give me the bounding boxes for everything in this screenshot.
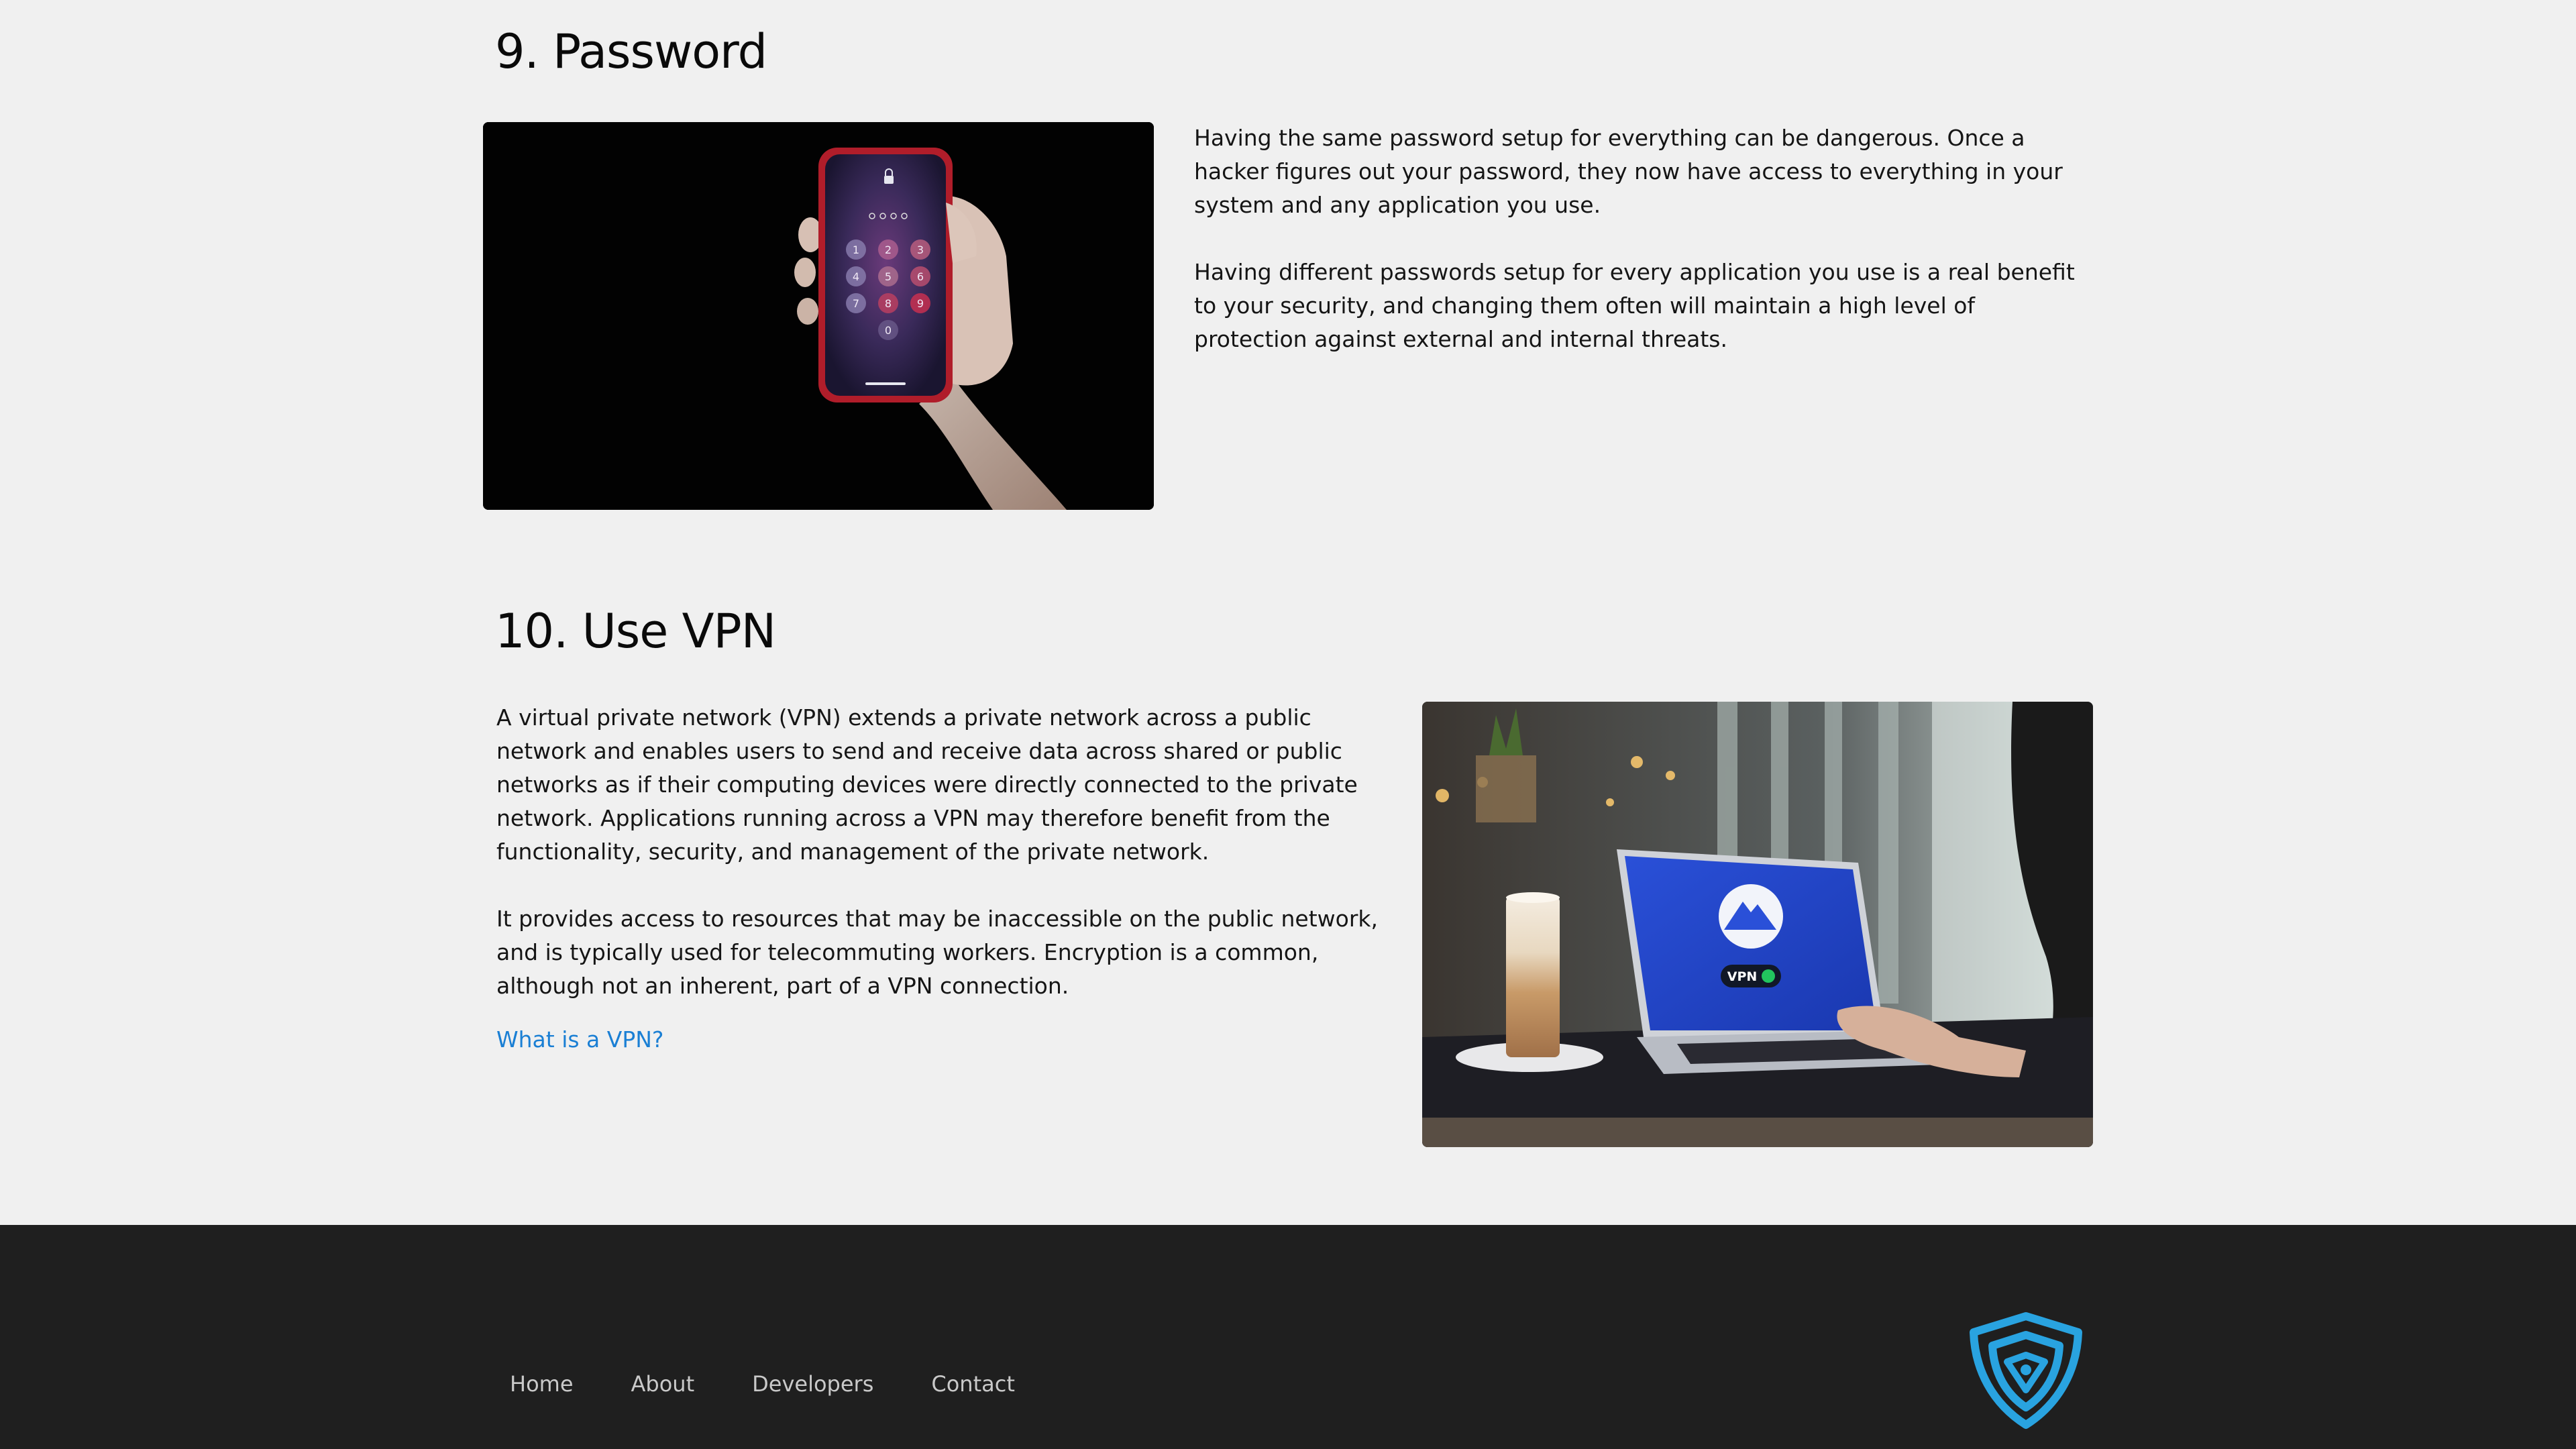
- vpn-paragraph-1: A virtual private network (VPN) extends …: [496, 704, 1358, 865]
- keypad-key-7: 7: [853, 297, 859, 310]
- footer-nav: Home About Developers Contact: [510, 1371, 1073, 1397]
- keypad-key-6: 6: [917, 270, 924, 283]
- phone-lock-screen-illustration: 1 2 3 4 5 6 7 8 9 0: [483, 122, 1154, 510]
- keypad-key-8: 8: [885, 297, 892, 310]
- keypad-key-9: 9: [917, 297, 924, 310]
- vpn-badge-label: VPN: [1727, 969, 1758, 984]
- keypad-key-5: 5: [885, 270, 892, 283]
- vpn-paragraph-2: It provides access to resources that may…: [496, 906, 1379, 999]
- site-footer: Home About Developers Contact: [0, 1225, 2576, 1449]
- keypad-key-4: 4: [853, 270, 859, 283]
- vpn-laptop-image: VPN: [1422, 702, 2093, 1147]
- footer-link-about[interactable]: About: [631, 1371, 695, 1397]
- vpn-text: A virtual private network (VPN) extends …: [496, 701, 1389, 1036]
- footer-link-developers[interactable]: Developers: [752, 1371, 873, 1397]
- keypad-key-1: 1: [853, 244, 859, 256]
- password-section-title: 9. Password: [495, 24, 767, 79]
- password-text: Having the same password setup for every…: [1194, 121, 2093, 390]
- password-paragraph-1: Having the same password setup for every…: [1194, 125, 2063, 218]
- laptop-vpn-illustration: VPN: [1422, 702, 2093, 1147]
- keypad-key-0: 0: [885, 324, 892, 337]
- password-phone-image: 1 2 3 4 5 6 7 8 9 0: [483, 122, 1154, 510]
- keypad-key-3: 3: [917, 244, 924, 256]
- password-paragraph-2: Having different passwords setup for eve…: [1194, 259, 2075, 352]
- vpn-section-title: 10. Use VPN: [495, 604, 776, 659]
- keypad-key-2: 2: [885, 244, 892, 256]
- shield-logo-icon[interactable]: [1966, 1309, 2086, 1430]
- footer-link-home[interactable]: Home: [510, 1371, 574, 1397]
- what-is-vpn-link[interactable]: What is a VPN?: [496, 1026, 663, 1053]
- footer-link-contact[interactable]: Contact: [931, 1371, 1015, 1397]
